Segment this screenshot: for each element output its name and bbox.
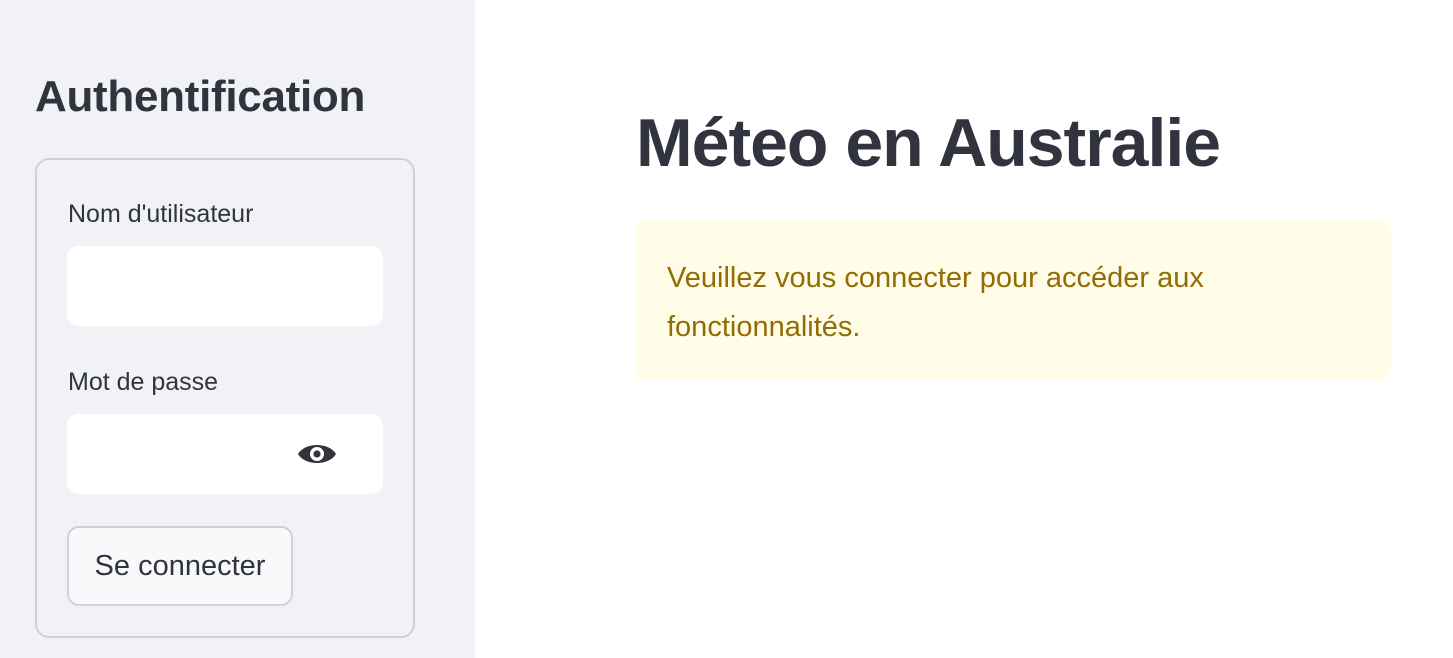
- username-input[interactable]: [67, 246, 383, 326]
- sidebar: Authentification Nom d'utilisateur Mot d…: [0, 0, 475, 658]
- login-button[interactable]: Se connecter: [67, 526, 293, 606]
- password-field: [67, 414, 383, 494]
- warning-message: Veuillez vous connecter pour accéder aux…: [667, 262, 1204, 343]
- sidebar-title: Authentification: [35, 72, 366, 121]
- password-label: Mot de passe: [68, 368, 219, 396]
- username-label: Nom d'utilisateur: [68, 200, 254, 228]
- eye-icon[interactable]: [295, 436, 339, 472]
- login-form: Nom d'utilisateur Mot de passe Se connec…: [35, 158, 415, 638]
- app: Authentification Nom d'utilisateur Mot d…: [0, 0, 1453, 658]
- password-input[interactable]: [67, 414, 287, 494]
- page-title: Méteo en Australie: [636, 105, 1221, 181]
- warning-alert: Veuillez vous connecter pour accéder aux…: [635, 220, 1391, 380]
